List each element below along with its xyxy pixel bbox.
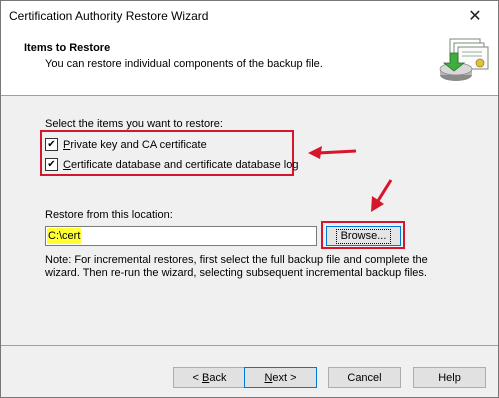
- footer-divider: [1, 345, 498, 346]
- close-button[interactable]: ✕: [452, 1, 498, 31]
- browse-button-label: Browse...: [335, 228, 392, 244]
- cancel-button[interactable]: Cancel: [328, 367, 401, 388]
- annotation-arrow-down-icon: [371, 179, 393, 212]
- browse-button[interactable]: Browse...: [326, 226, 401, 246]
- wizard-window: Certification Authority Restore Wizard ✕…: [0, 0, 499, 398]
- select-items-label: Select the items you want to restore:: [45, 118, 223, 130]
- back-button[interactable]: < Back: [173, 367, 246, 388]
- checkbox-cert-database-box[interactable]: ✔: [45, 158, 58, 171]
- help-button[interactable]: Help: [413, 367, 486, 388]
- page-subtitle: You can restore individual components of…: [45, 58, 323, 70]
- next-button[interactable]: Next >: [244, 367, 317, 388]
- window-title: Certification Authority Restore Wizard: [9, 9, 209, 23]
- next-button-label: Next >: [264, 371, 297, 384]
- annotation-arrow-left-icon: [308, 146, 357, 159]
- certificate-stack-icon: [439, 38, 489, 81]
- restore-location-label: Restore from this location:: [45, 209, 173, 221]
- checkbox-private-key-label: Private key and CA certificate: [63, 138, 207, 151]
- help-button-label: Help: [438, 371, 461, 384]
- checkbox-private-key-box[interactable]: ✔: [45, 138, 58, 151]
- back-button-label: < Back: [192, 371, 227, 384]
- close-icon: ✕: [468, 8, 482, 25]
- page-title: Items to Restore: [24, 42, 111, 54]
- restore-location-input[interactable]: C:\cert: [45, 226, 317, 246]
- checkbox-cert-database-label: Certificate database and certificate dat…: [63, 158, 299, 171]
- restore-location-value: C:\cert: [47, 228, 82, 244]
- wizard-header: Items to Restore You can restore individ…: [1, 31, 498, 96]
- title-bar: Certification Authority Restore Wizard ✕: [1, 1, 498, 31]
- cancel-button-label: Cancel: [347, 371, 382, 384]
- checkbox-private-key[interactable]: ✔ Private key and CA certificate: [45, 138, 207, 151]
- checkbox-cert-database[interactable]: ✔ Certificate database and certificate d…: [45, 158, 298, 171]
- wizard-body: Select the items you want to restore: ✔ …: [1, 96, 498, 346]
- incremental-restore-note: Note: For incremental restores, first se…: [45, 254, 428, 279]
